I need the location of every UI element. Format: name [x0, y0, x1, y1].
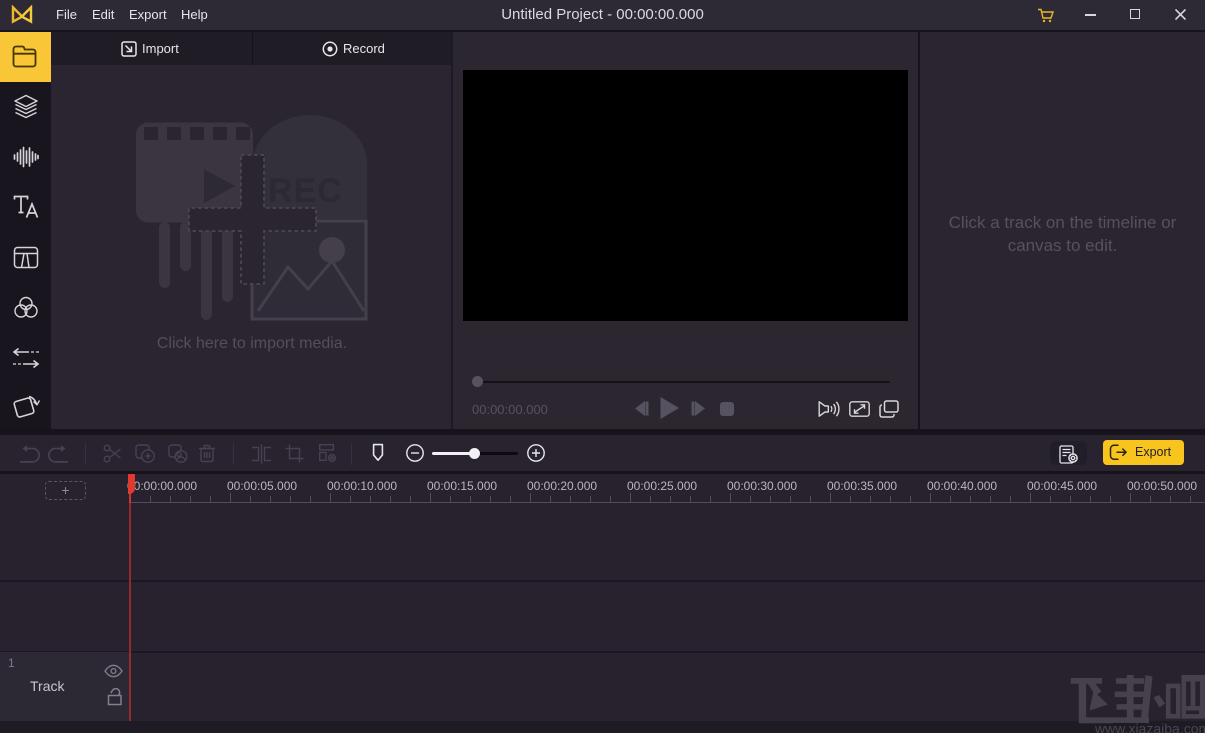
svg-text:REC: REC [268, 172, 343, 210]
svg-text:www.xiazaiba.com: www.xiazaiba.com [1094, 721, 1205, 733]
